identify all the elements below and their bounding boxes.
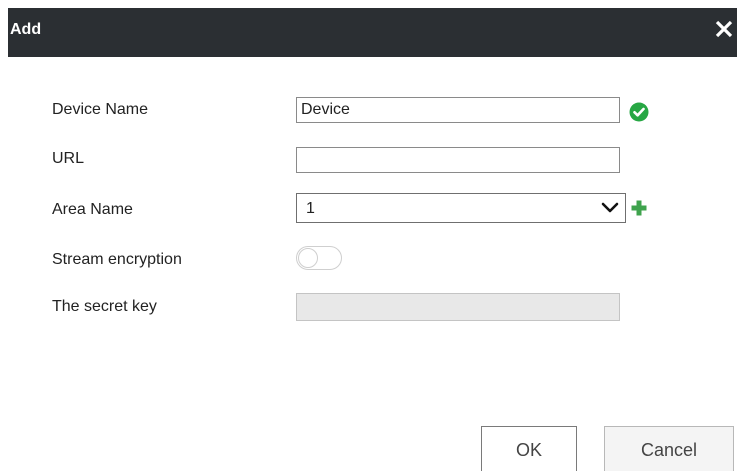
dialog-titlebar: Add	[8, 8, 737, 57]
stream-encryption-label: Stream encryption	[52, 251, 182, 268]
cancel-button[interactable]: Cancel	[604, 426, 734, 471]
close-icon[interactable]	[713, 17, 735, 41]
toggle-knob	[298, 248, 318, 268]
area-name-label: Area Name	[52, 201, 133, 218]
area-name-select[interactable]: 1	[296, 193, 626, 223]
add-device-dialog: Add Device Name URL Area Name 1 Stream	[0, 0, 737, 471]
device-name-label: Device Name	[52, 101, 149, 118]
area-name-selected-value: 1	[306, 200, 315, 217]
url-label: URL	[52, 150, 85, 167]
plus-icon[interactable]	[631, 200, 647, 221]
ok-button[interactable]: OK	[481, 426, 577, 471]
check-circle-icon	[629, 102, 649, 127]
secret-key-label: The secret key	[52, 298, 157, 315]
device-name-input[interactable]	[296, 97, 620, 123]
dialog-title: Add	[10, 21, 42, 38]
secret-key-input[interactable]	[296, 293, 620, 321]
chevron-down-icon	[601, 201, 619, 215]
url-input[interactable]	[296, 147, 620, 173]
stream-encryption-toggle[interactable]	[296, 246, 342, 270]
